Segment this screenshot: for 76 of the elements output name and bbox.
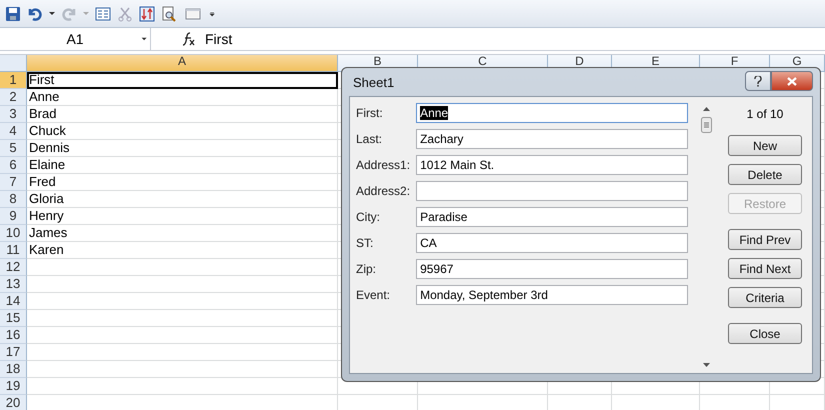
row-header[interactable]: 17 (0, 344, 27, 361)
input-field[interactable]: Monday, September 3rd (416, 285, 688, 305)
help-icon (754, 76, 762, 86)
scroll-down-icon[interactable] (702, 363, 710, 367)
dialog-button[interactable]: New (728, 135, 802, 156)
row-header[interactable]: 20 (0, 395, 27, 410)
redo-icon (61, 6, 77, 22)
table-cell: First (27, 72, 338, 89)
input-field[interactable] (416, 181, 688, 201)
table-cell: Karen (27, 242, 338, 259)
row-header[interactable]: 2 (0, 89, 27, 106)
undo-icon[interactable] (27, 6, 43, 22)
input-field[interactable]: Paradise (416, 207, 688, 227)
table-cell: Henry (27, 208, 338, 225)
row-header[interactable]: 4 (0, 123, 27, 140)
row-header[interactable]: 18 (0, 361, 27, 378)
field-label: City: (356, 210, 381, 224)
row-header[interactable]: 15 (0, 310, 27, 327)
table-cell: Gloria (27, 191, 338, 208)
scroll-up-icon[interactable] (702, 107, 710, 111)
table-cell: Elaine (27, 157, 338, 174)
close-icon (787, 76, 797, 86)
row-header[interactable]: 13 (0, 276, 27, 293)
table-cell: Dennis (27, 140, 338, 157)
dialog-button[interactable]: Close (728, 323, 802, 344)
row-header[interactable]: 14 (0, 293, 27, 310)
column-header[interactable]: A (27, 55, 338, 72)
field-label: Zip: (356, 262, 378, 276)
caret-icon (83, 12, 89, 15)
print-preview-icon[interactable] (161, 6, 177, 22)
row-header[interactable]: 16 (0, 327, 27, 344)
dialog-button[interactable]: Find Next (728, 258, 802, 279)
input-field[interactable]: Zachary (416, 129, 688, 149)
field-label: Event: (356, 288, 392, 302)
row-header[interactable]: 3 (0, 106, 27, 123)
field-label: ST: (356, 236, 374, 250)
sort-icon[interactable] (139, 6, 155, 22)
row-header[interactable]: 19 (0, 378, 27, 395)
dialog-button[interactable]: Find Prev (728, 229, 802, 250)
row-header[interactable]: 10 (0, 225, 27, 242)
scissors-icon (117, 6, 133, 22)
caret-icon[interactable] (49, 12, 55, 15)
close-button[interactable] (771, 71, 813, 91)
row-header[interactable]: 9 (0, 208, 27, 225)
row-header[interactable]: 8 (0, 191, 27, 208)
save-icon[interactable] (5, 6, 21, 22)
help-button[interactable] (745, 71, 771, 91)
scroll-thumb[interactable] (700, 117, 712, 133)
table-cell: Fred (27, 174, 338, 191)
input-field[interactable]: 1012 Main St. (416, 155, 688, 175)
record-counter: 1 of 10 (746, 107, 784, 121)
field-label: Last: (356, 132, 384, 146)
row-header[interactable]: 6 (0, 157, 27, 174)
dialog-button[interactable]: Criteria (728, 287, 802, 308)
row-header[interactable]: 1 (0, 72, 27, 89)
field-label: First: (356, 106, 384, 120)
input-field[interactable]: Anne (416, 103, 688, 123)
window-icon[interactable] (183, 6, 203, 22)
row-header[interactable]: 5 (0, 140, 27, 157)
input-field[interactable]: CA (416, 233, 688, 253)
table-cell: Chuck (27, 123, 338, 140)
table-cell: Anne (27, 89, 338, 106)
table-cell: James (27, 225, 338, 242)
row-header[interactable]: 7 (0, 174, 27, 191)
input-field[interactable]: 95967 (416, 259, 688, 279)
dialog-title: Sheet1 (352, 74, 394, 90)
function-icon[interactable] (181, 31, 197, 47)
formula-text[interactable]: First (197, 31, 232, 47)
row-header[interactable]: 11 (0, 242, 27, 259)
select-all-corner[interactable] (0, 55, 27, 72)
row-header[interactable]: 12 (0, 259, 27, 276)
form-icon[interactable] (95, 6, 111, 22)
field-label: Address1: (356, 158, 412, 172)
table-cell: Brad (27, 106, 338, 123)
field-label: Address2: (356, 184, 412, 198)
dialog-button[interactable]: Delete (728, 164, 802, 185)
